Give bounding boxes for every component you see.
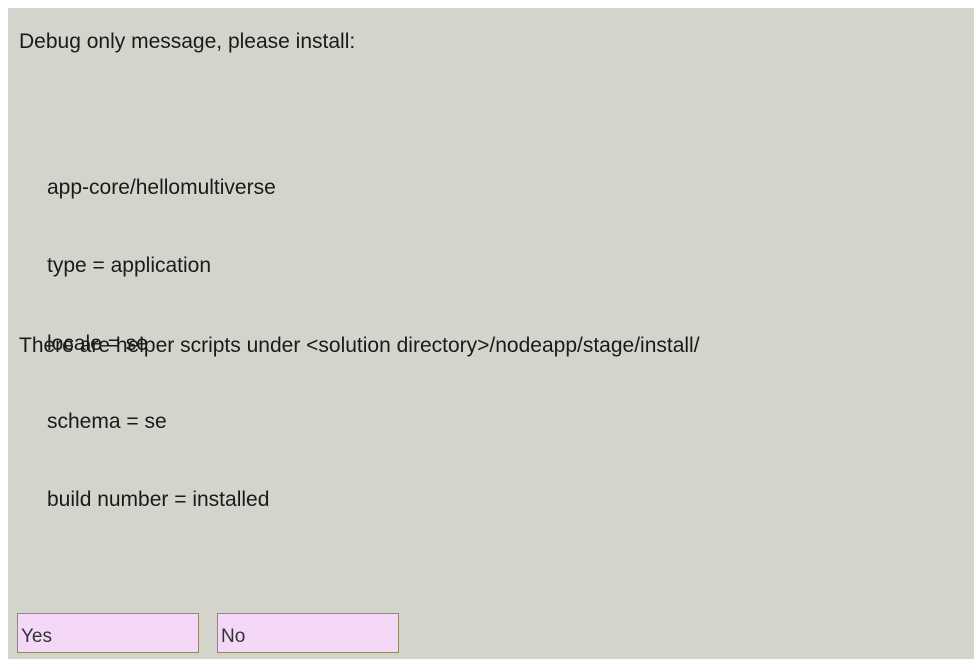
helper-scripts-text: There are helper scripts under <solution…: [19, 334, 700, 357]
no-button[interactable]: No: [217, 613, 399, 653]
detail-schema: schema = se: [47, 410, 167, 433]
detail-type: type = application: [47, 254, 212, 277]
detail-package: app-core/hellomultiverse: [47, 176, 276, 199]
detail-build-number: build number = installed: [47, 488, 270, 511]
debug-dialog: Debug only message, please install: app-…: [8, 8, 974, 659]
message-heading: Debug only message, please install:: [19, 30, 356, 53]
yes-button[interactable]: Yes: [17, 613, 199, 653]
